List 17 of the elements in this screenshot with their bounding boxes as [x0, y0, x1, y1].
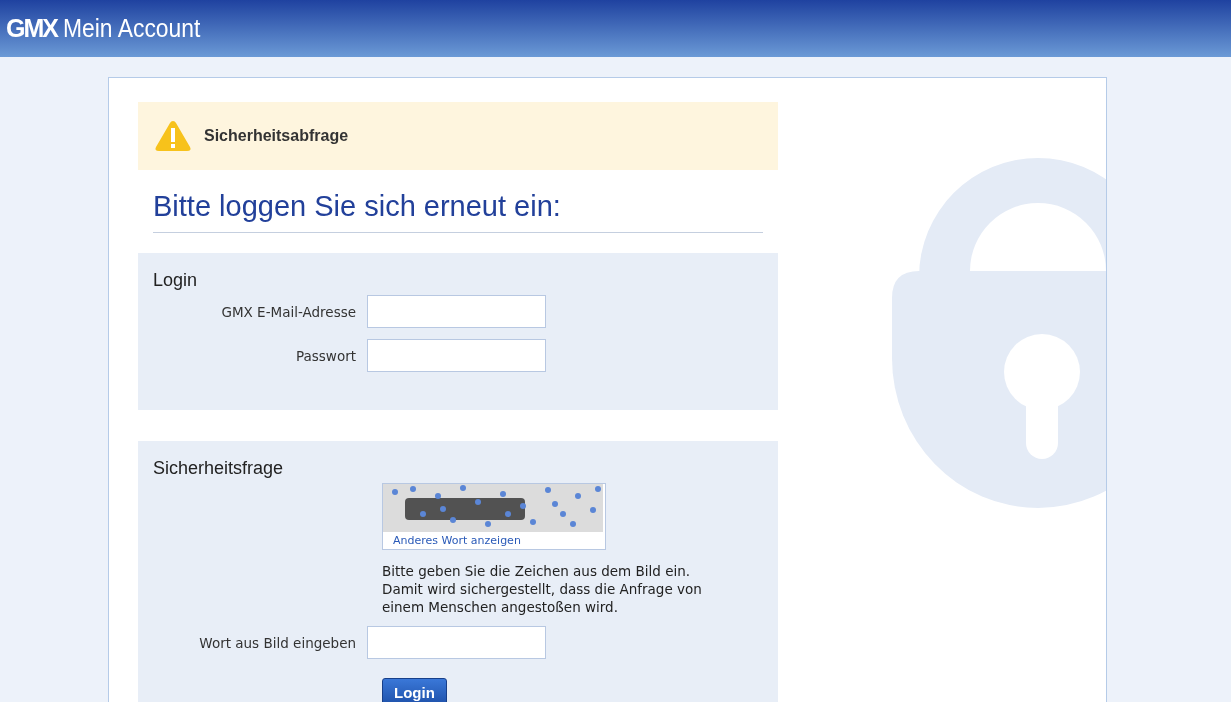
instruction-text: Bitte geben Sie die Zeichen aus dem Bild ein. Damit wird sichergestellt, dass die Anfrage von einem Menschen angestoßen wird. [382, 562, 703, 616]
input-field[interactable] [367, 626, 546, 659]
logo[interactable]: GMX [6, 14, 57, 43]
padlock-icon [892, 158, 1106, 508]
page-title: Mein Account [62, 13, 201, 44]
field-label: GMX E-Mail-Adresse [220, 303, 356, 320]
section-title: Login [153, 270, 199, 291]
login-button[interactable]: Login [382, 678, 447, 702]
input-field[interactable] [367, 295, 546, 328]
warning-title: Sicherheitsabfrage [204, 127, 349, 145]
page-heading: Bitte loggen Sie sich erneut ein: [153, 190, 763, 233]
warning-icon [154, 119, 192, 153]
input-field[interactable] [367, 339, 546, 372]
field-label: Wort aus Bild eingeben [198, 634, 356, 651]
field-label: Passwort [294, 347, 356, 364]
captcha-refresh-link[interactable]: Anderes Wort anzeigen [383, 532, 605, 549]
section-title: Sicherheitsfrage [153, 458, 285, 479]
